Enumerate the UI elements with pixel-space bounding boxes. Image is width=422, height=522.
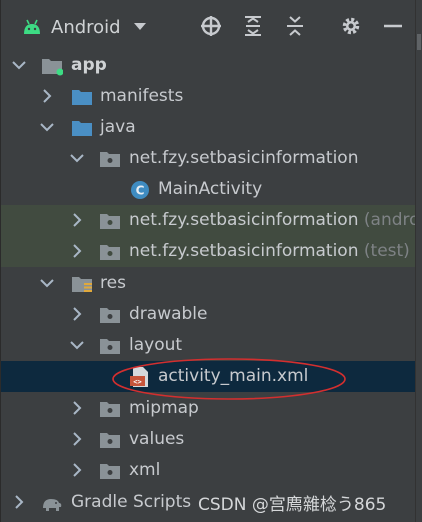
xml-layout-file-icon: <>	[130, 367, 148, 387]
chevron-right-icon[interactable]	[69, 243, 85, 259]
vertical-scrollbar[interactable]	[415, 0, 422, 522]
tree-item-label: res	[100, 273, 126, 293]
chevron-down-icon[interactable]	[11, 57, 27, 73]
chevron-right-icon[interactable]	[69, 306, 85, 322]
chevron-down-icon[interactable]	[69, 337, 85, 353]
gradle-elephant-icon	[43, 499, 62, 511]
tree-item-xml[interactable]: xml	[1, 455, 417, 486]
project-toolbar: Android	[1, 0, 417, 50]
locate-icon[interactable]	[199, 14, 223, 38]
tree-item-package-test[interactable]: net.fzy.setbasicinformation (test)	[1, 236, 417, 267]
tree-item-manifests[interactable]: manifests	[1, 81, 417, 112]
csdn-watermark: CSDN @宫廌雜棯う865	[198, 495, 387, 515]
svg-text:<>: <>	[133, 378, 141, 386]
chevron-right-icon[interactable]	[69, 212, 85, 228]
class-icon: C	[131, 181, 149, 199]
svg-text:C: C	[136, 184, 145, 198]
expand-all-icon[interactable]	[241, 14, 265, 38]
package-icon	[100, 433, 120, 448]
chevron-right-icon[interactable]	[39, 88, 55, 104]
package-icon	[100, 339, 120, 354]
tree-item-package-androidtest[interactable]: net.fzy.setbasicinformation (androidTest…	[1, 205, 417, 236]
tree-item-package[interactable]: net.fzy.setbasicinformation	[1, 143, 417, 174]
chevron-down-icon[interactable]	[39, 119, 55, 135]
tree-item-suffix: (androidTest)	[363, 210, 417, 230]
view-selector-dropdown[interactable]: Android	[21, 12, 147, 42]
minimize-icon[interactable]	[381, 14, 405, 38]
tree-item-label: xml	[129, 460, 161, 480]
tree-item-res[interactable]: res	[1, 268, 417, 299]
resources-folder-icon	[72, 277, 92, 292]
tree-item-activity-main-xml[interactable]: <> activity_main.xml	[1, 361, 417, 392]
tree-item-label: manifests	[100, 86, 184, 106]
tree-item-label: net.fzy.setbasicinformation (androidTest…	[129, 209, 417, 231]
chevron-right-icon[interactable]	[69, 400, 85, 416]
tree-item-label: net.fzy.setbasicinformation	[129, 148, 359, 168]
chevron-down-icon[interactable]	[69, 150, 85, 166]
tree-item-values[interactable]: values	[1, 424, 417, 455]
tree-item-label: activity_main.xml	[158, 366, 309, 386]
tree-item-label: net.fzy.setbasicinformation (test)	[129, 241, 410, 261]
tree-item-label: drawable	[129, 304, 208, 324]
tree-item-suffix: (test)	[363, 241, 410, 261]
scrollbar-thumb[interactable]	[417, 34, 421, 50]
tree-item-label: layout	[129, 335, 183, 355]
project-tool-window: Android app manifests java net.fzy.setba…	[0, 0, 422, 522]
tree-item-mainactivity[interactable]: C MainActivity	[1, 174, 417, 205]
chevron-right-icon[interactable]	[69, 431, 85, 447]
tree-item-mipmap[interactable]: mipmap	[1, 393, 417, 424]
view-selector-label: Android	[51, 16, 121, 38]
module-folder-icon	[42, 59, 63, 76]
chevron-down-icon[interactable]	[39, 275, 55, 291]
gear-icon[interactable]	[339, 14, 363, 38]
android-icon	[24, 19, 40, 34]
collapse-all-icon[interactable]	[283, 14, 307, 38]
package-icon	[100, 464, 120, 479]
tree-item-label: java	[100, 117, 136, 137]
chevron-right-icon[interactable]	[11, 494, 27, 510]
chevron-down-icon	[133, 23, 146, 30]
package-icon	[100, 245, 120, 260]
chevron-right-icon[interactable]	[69, 462, 85, 478]
package-icon	[100, 152, 120, 167]
tree-item-app[interactable]: app	[1, 50, 417, 81]
tree-item-layout[interactable]: layout	[1, 330, 417, 361]
tree-item-label: Gradle Scripts	[71, 492, 192, 512]
package-icon	[100, 402, 120, 417]
tree-item-drawable[interactable]: drawable	[1, 299, 417, 330]
tree-item-java[interactable]: java	[1, 112, 417, 143]
package-icon	[100, 308, 120, 323]
tree-item-label: values	[129, 429, 185, 449]
tree-item-label: MainActivity	[158, 179, 263, 199]
folder-icon	[72, 90, 92, 105]
package-icon	[100, 214, 120, 229]
folder-icon	[72, 121, 92, 136]
tree-item-label: app	[71, 55, 107, 75]
tree-item-label: mipmap	[129, 398, 199, 418]
